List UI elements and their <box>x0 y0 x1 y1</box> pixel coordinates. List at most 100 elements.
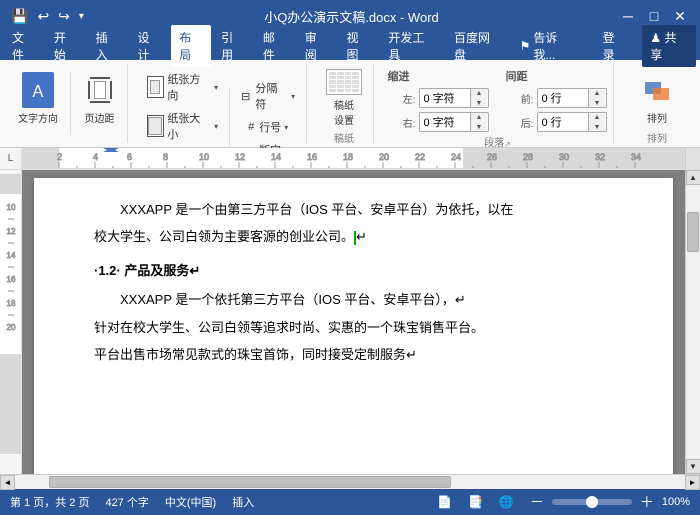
svg-text:8: 8 <box>163 152 168 162</box>
indent-right-row: 右: 0 字符 ▲ ▼ <box>387 112 489 132</box>
menu-file[interactable]: 文件 <box>4 25 44 67</box>
arrange-button[interactable]: 排列 <box>630 68 684 128</box>
ribbon-group-page-setup: 纸张方向 ▾ 纸张大小 ▾ 分栏 ▾ <box>136 64 308 143</box>
menu-review[interactable]: 审阅 <box>297 25 337 67</box>
margins-button[interactable]: 页边距 <box>79 68 121 128</box>
svg-text:10: 10 <box>199 152 209 162</box>
menu-view[interactable]: 视图 <box>339 25 379 67</box>
svg-text:34: 34 <box>631 152 641 162</box>
line-numbers-button[interactable]: #行号 ▾ <box>243 116 293 138</box>
spacing-after-input[interactable]: 0 行 <box>538 113 588 131</box>
input-mode: 插入 <box>232 494 254 510</box>
scroll-right-button[interactable]: ► <box>685 475 700 490</box>
language: 中文(中国) <box>165 494 216 510</box>
svg-text:12: 12 <box>235 152 245 162</box>
ruler-corner[interactable]: L <box>0 148 22 169</box>
scroll-thumb[interactable] <box>687 212 699 252</box>
indent-left-input[interactable]: 0 字符 <box>420 89 470 107</box>
manuscript-button[interactable]: 稿纸设置 <box>321 68 367 128</box>
svg-text:28: 28 <box>523 152 533 162</box>
paragraph-2: 校大学生、公司白领为主要客源的创业公司。↵ <box>94 225 613 248</box>
menu-share[interactable]: ♟ 共享 <box>642 25 696 67</box>
svg-text:14: 14 <box>271 152 281 162</box>
spacing-after-row: 后: 0 行 ▲ ▼ <box>505 112 607 132</box>
paragraph-4: 针对在校大学生、公司白领等追求时尚、实惠的一个珠宝销售平台。 <box>94 316 613 339</box>
redo-icon[interactable]: ↪ <box>55 6 73 27</box>
spacing-before-field[interactable]: 0 行 ▲ ▼ <box>537 88 607 108</box>
menu-references[interactable]: 引用 <box>213 25 253 67</box>
document-page[interactable]: XXXAPP 是一个由第三方平台（IOS 平台、安卓平台）为依托，以在 校大学生… <box>34 178 673 474</box>
customize-qa-icon[interactable]: ▾ <box>76 9 87 24</box>
indent-left-field[interactable]: 0 字符 ▲ ▼ <box>419 88 489 108</box>
left-vertical-ruler: 10 12 14 16 18 20 <box>0 170 22 474</box>
doc-scroll-area[interactable]: XXXAPP 是一个由第三方平台（IOS 平台、安卓平台）为依托，以在 校大学生… <box>22 170 685 474</box>
h-scroll-thumb[interactable] <box>49 476 451 488</box>
scroll-left-button[interactable]: ◄ <box>0 475 15 490</box>
indent-right-field[interactable]: 0 字符 ▲ ▼ <box>419 112 489 132</box>
menu-layout[interactable]: 布局 <box>171 25 211 67</box>
group-label-arrange: 排列 <box>647 134 667 145</box>
spacing-before-up[interactable]: ▲ <box>589 88 604 98</box>
paragraph-heading: ·1.2· 产品及服务↵ <box>94 259 613 282</box>
zoom-slider-thumb[interactable] <box>586 496 598 508</box>
menu-baidu[interactable]: 百度网盘 <box>446 25 510 67</box>
indent-left-down[interactable]: ▼ <box>471 98 486 108</box>
horizontal-scrollbar[interactable]: ◄ ► <box>0 474 700 489</box>
vertical-scrollbar[interactable]: ▲ ▼ <box>685 170 700 474</box>
menu-developer[interactable]: 开发工具 <box>380 25 444 67</box>
indent-left-up[interactable]: ▲ <box>471 88 486 98</box>
spacing-after-up[interactable]: ▲ <box>589 112 604 122</box>
quick-access-toolbar: 💾 ↩ ↪ ▾ <box>8 6 87 27</box>
breaks-button[interactable]: ⊟分隔符 ▾ <box>236 77 300 115</box>
menu-mailings[interactable]: 邮件 <box>255 25 295 67</box>
group-label-manuscript: 稿纸 <box>334 134 354 145</box>
spacing-after-down[interactable]: ▼ <box>589 122 604 132</box>
ribbon-group-arrange: 排列 排列 <box>622 64 692 143</box>
status-bar: 第 1 页，共 2 页 427 个字 中文(中国) 插入 📄 📑 🌐 － ＋ 1… <box>0 489 700 515</box>
svg-text:18: 18 <box>343 152 353 162</box>
ribbon: Ａ 文字方向 页边距 <box>0 60 700 148</box>
ribbon-group-text-direction: Ａ 文字方向 页边距 <box>8 64 128 143</box>
paper-orientation-button[interactable]: 纸张方向 ▾ <box>142 68 224 106</box>
svg-text:20: 20 <box>6 323 15 332</box>
svg-text:22: 22 <box>415 152 425 162</box>
svg-text:16: 16 <box>6 275 15 284</box>
scroll-up-button[interactable]: ▲ <box>686 170 700 185</box>
ribbon-group-paper: 稿纸设置 稿纸 <box>315 64 374 143</box>
title-bar-left: 💾 ↩ ↪ ▾ <box>8 6 87 27</box>
indent-right-down[interactable]: ▼ <box>471 122 486 132</box>
paragraph-5: 平台出售市场常见款式的珠宝首饰，同时接受定制服务↵ <box>94 343 613 366</box>
text-direction-button[interactable]: Ａ 文字方向 <box>14 68 62 128</box>
scroll-down-button[interactable]: ▼ <box>686 459 700 474</box>
menu-help[interactable]: ⚑ 告诉我... <box>512 25 587 67</box>
menu-design[interactable]: 设计 <box>129 25 169 67</box>
menu-login[interactable]: 登录 <box>595 25 635 67</box>
right-ruler-scroll[interactable] <box>685 148 700 170</box>
indent-right-up[interactable]: ▲ <box>471 112 486 122</box>
text-cursor <box>354 231 356 245</box>
menu-insert[interactable]: 插入 <box>88 25 128 67</box>
svg-text:32: 32 <box>595 152 605 162</box>
svg-text:6: 6 <box>127 152 132 162</box>
paper-size-button[interactable]: 纸张大小 ▾ <box>142 107 224 145</box>
save-icon[interactable]: 💾 <box>8 6 31 27</box>
indent-right-input[interactable]: 0 字符 <box>420 113 470 131</box>
svg-text:4: 4 <box>93 152 98 162</box>
spacing-before-down[interactable]: ▼ <box>589 98 604 108</box>
spacing-before-input[interactable]: 0 行 <box>538 89 588 107</box>
h-scroll-track[interactable] <box>15 475 685 489</box>
menu-bar: 文件 开始 插入 设计 布局 引用 邮件 审阅 视图 开发工具 百度网盘 ⚑ 告… <box>0 32 700 60</box>
word-count: 427 个字 <box>105 494 148 510</box>
scroll-track[interactable] <box>686 185 700 459</box>
paragraph-1: XXXAPP 是一个由第三方平台（IOS 平台、安卓平台）为依托，以在 <box>94 198 613 221</box>
indent-left-row: 左: 0 字符 ▲ ▼ <box>387 88 489 108</box>
menu-home[interactable]: 开始 <box>46 25 86 67</box>
horizontal-ruler: 2 4 6 8 10 12 14 16 18 20 22 24 26 28 30… <box>22 148 685 169</box>
ruler-container: L 2 4 6 8 10 12 14 16 18 20 22 24 <box>0 148 700 170</box>
spacing-after-field[interactable]: 0 行 ▲ ▼ <box>537 112 607 132</box>
document-area: 10 12 14 16 18 20 XXXAPP 是一个由第三方平台（IOS 平… <box>0 170 700 474</box>
ribbon-group-indent-spacing: 缩进 左: 0 字符 ▲ ▼ 右: 0 字符 <box>382 64 614 143</box>
page-count: 第 1 页，共 2 页 <box>10 494 89 510</box>
paragraph-3: XXXAPP 是一个依托第三方平台（IOS 平台、安卓平台），↵ <box>94 288 613 311</box>
undo-icon[interactable]: ↩ <box>34 6 52 27</box>
